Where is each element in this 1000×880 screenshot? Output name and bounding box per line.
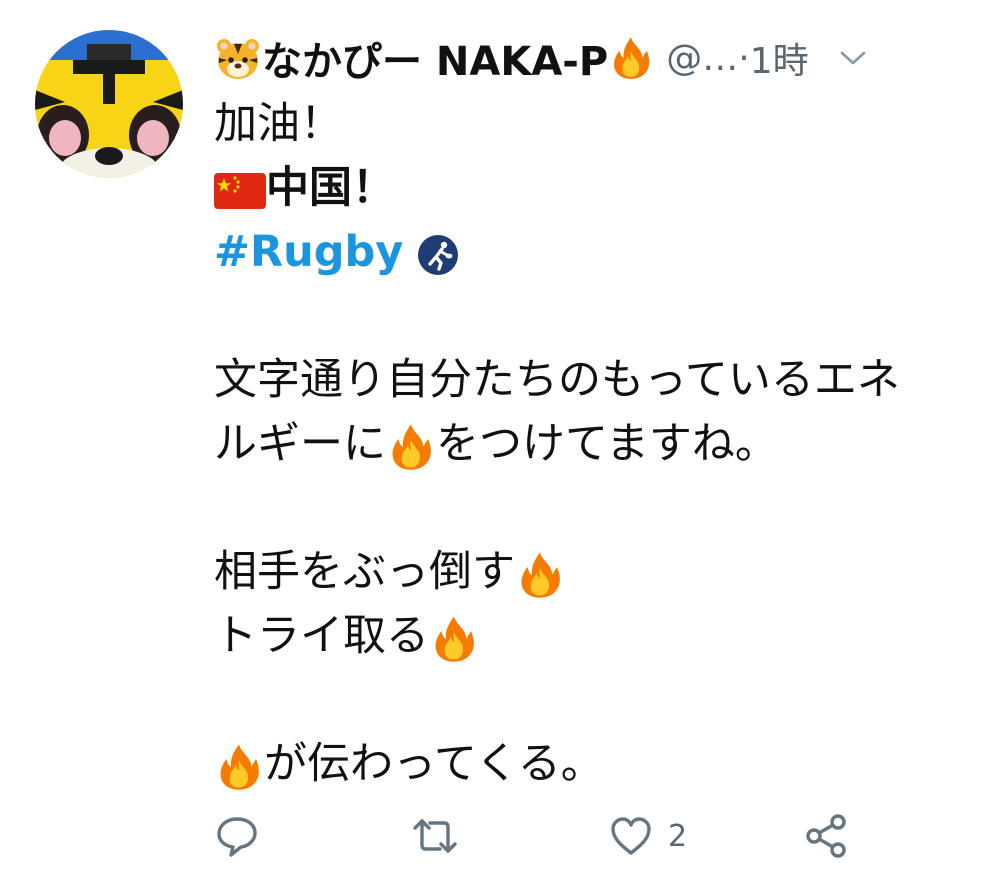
tweet-fragment: ルギーに	[214, 419, 386, 469]
fire-emoji	[220, 743, 259, 790]
fire-emoji	[521, 551, 560, 598]
author-name[interactable]: なかぴー NAKA-P	[262, 29, 608, 87]
tweet-fragment: が伝わってくる。	[264, 739, 604, 789]
time-separator: ·	[738, 37, 750, 79]
tweet-text: 加油！ 中国！ #Rugby 文字通り自分たちのもっているエネ ルギーに をつけて…	[214, 92, 984, 796]
tweet-line: 加油！	[214, 99, 343, 149]
tweet-header: なかぴー NAKA-P @… · 1時	[214, 28, 984, 88]
reply-button[interactable]	[214, 808, 260, 864]
tweet-fragment: をつけてますね。	[436, 419, 778, 469]
chevron-down-icon[interactable]	[839, 49, 867, 67]
like-button[interactable]: 2	[608, 808, 687, 864]
fire-emoji	[392, 423, 431, 470]
retweet-button[interactable]	[410, 808, 460, 864]
tweet-line: 相手をぶっ倒す	[214, 540, 984, 604]
tweet-line: が伝わってくる。	[214, 732, 984, 796]
china-flag-emoji	[214, 172, 266, 209]
tweet-line: トライ取る	[214, 604, 984, 668]
reply-icon	[217, 817, 257, 857]
share-icon	[806, 814, 846, 858]
like-count: 2	[668, 818, 688, 854]
heart-icon	[611, 817, 651, 855]
tweet-fragment: トライ取る	[214, 611, 429, 661]
tweet-line: 文字通り自分たちのもっているエネ	[214, 355, 900, 405]
avatar[interactable]	[35, 30, 183, 178]
tweet-line: 中国！	[214, 156, 984, 220]
fire-emoji	[614, 37, 650, 79]
hashtag-link[interactable]: #Rugby	[214, 227, 403, 277]
tweet-actions: 2	[214, 808, 894, 864]
rugby-icon	[418, 234, 459, 275]
tweet-line: ルギーに をつけてますね。	[214, 412, 984, 476]
retweet-icon	[413, 819, 457, 853]
share-button[interactable]	[804, 808, 850, 864]
country-text: 中国！	[266, 163, 395, 213]
tweet-fragment: 相手をぶっ倒す	[214, 547, 515, 597]
author-handle[interactable]: @…	[666, 38, 738, 79]
fire-emoji	[435, 615, 474, 662]
tiger-emoji	[217, 39, 259, 79]
tweet-line: #Rugby	[214, 220, 984, 284]
tweet-timestamp[interactable]: 1時	[750, 32, 809, 84]
